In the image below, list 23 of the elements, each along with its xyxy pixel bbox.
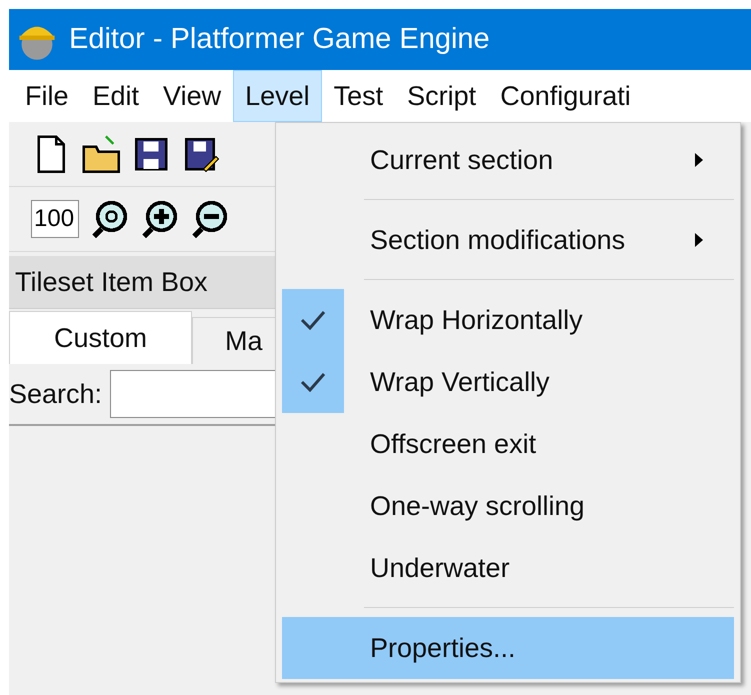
zoom-field[interactable]: 100: [31, 200, 79, 238]
menu-item[interactable]: View: [151, 70, 234, 122]
open-folder-icon[interactable]: [81, 134, 121, 174]
menu-item[interactable]: Test: [322, 70, 396, 122]
menu-option[interactable]: One-way scrolling: [282, 475, 734, 537]
check-icon: [300, 372, 326, 392]
menu-item[interactable]: File: [13, 70, 81, 122]
check-icon: [300, 310, 326, 330]
submenu-arrow-icon: [694, 152, 704, 168]
menu-item[interactable]: Configurati: [488, 70, 643, 122]
menu-item[interactable]: Edit: [80, 70, 152, 122]
tab[interactable]: Custom: [9, 311, 192, 364]
search-label: Search:: [9, 378, 102, 410]
menu-option[interactable]: Properties...: [282, 617, 734, 679]
menu-option[interactable]: Section modifications: [282, 209, 734, 271]
menu-item[interactable]: Script: [395, 70, 488, 122]
menu-item[interactable]: Level: [233, 70, 322, 122]
menu-option[interactable]: Underwater: [282, 537, 734, 599]
window-title: Editor - Platformer Game Engine: [69, 23, 490, 56]
menu-option[interactable]: Current section: [282, 129, 734, 191]
menu-option[interactable]: Offscreen exit: [282, 413, 734, 475]
panel-title: Tileset Item Box: [15, 266, 208, 298]
submenu-arrow-icon: [694, 232, 704, 248]
